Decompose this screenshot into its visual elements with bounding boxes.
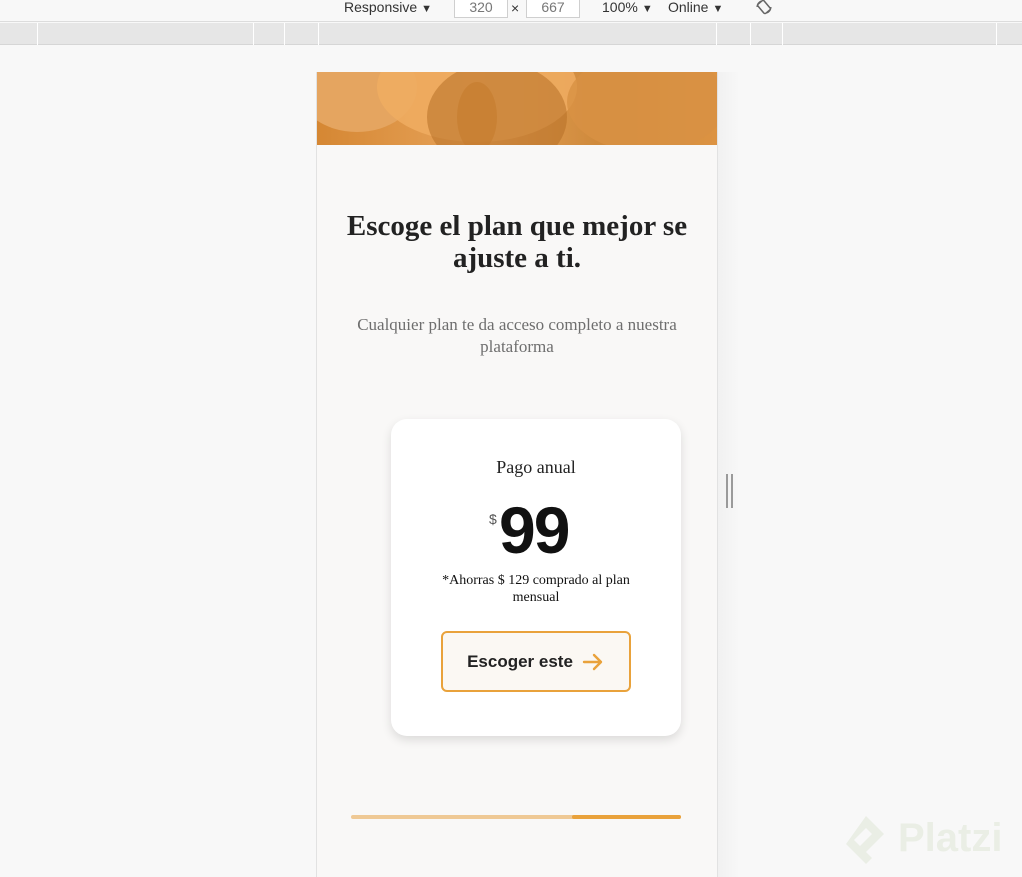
resize-grip-line [726, 474, 728, 508]
carousel-progress-track[interactable] [351, 815, 681, 819]
platzi-watermark: Platzi [842, 808, 1022, 868]
viewport-resize-handle[interactable] [726, 474, 734, 508]
network-label: Online [668, 0, 709, 15]
carousel-progress-fill [572, 815, 681, 819]
chevron-down-icon: ▼ [641, 3, 653, 15]
network-throttle-select[interactable]: Online ▼ [668, 0, 723, 20]
ruler-divider [284, 23, 285, 45]
devtools-device-toolbar: Responsive ▼ 320 × 667 100% ▼ Online ▼ [0, 0, 1022, 22]
pricing-card: Pago anual $ 99 *Ahorras $ 129 comprado … [391, 419, 681, 736]
device-viewport: Escoge el plan que mejor se ajuste a ti.… [316, 72, 718, 877]
viewport-width-input[interactable]: 320 [454, 0, 508, 18]
price-value: 99 [499, 493, 570, 567]
rotate-icon[interactable] [755, 0, 773, 16]
media-query-ruler[interactable] [0, 23, 1022, 45]
choose-plan-label: Escoger este [467, 651, 573, 671]
zoom-label: 100% [602, 0, 638, 15]
chevron-down-icon: ▼ [421, 3, 433, 15]
hero-image [317, 72, 717, 145]
ruler-divider [750, 23, 751, 45]
arrow-right-icon [582, 653, 603, 670]
ruler-divider [253, 23, 254, 45]
hero-shape [567, 72, 717, 145]
choose-plan-button[interactable]: Escoger este [441, 631, 631, 692]
price-display: $ 99 [391, 495, 681, 565]
watermark-text: Platzi [898, 816, 1003, 860]
zoom-select[interactable]: 100% ▼ [602, 0, 653, 20]
hero-shape [457, 82, 497, 145]
ruler-divider [318, 23, 319, 45]
plan-name: Pago anual [496, 457, 576, 477]
page-title: Escoge el plan que mejor se ajuste a ti. [346, 210, 688, 274]
savings-note: *Ahorras $ 129 comprado al plan mensual [442, 573, 630, 605]
ruler-divider [37, 23, 38, 45]
dimension-separator: × [511, 0, 520, 16]
viewport-height-input[interactable]: 667 [526, 0, 580, 18]
page-subtitle: Cualquier plan te da acceso completo a n… [357, 315, 677, 356]
ruler-divider [996, 23, 997, 45]
currency-symbol: $ [489, 511, 497, 527]
device-select[interactable]: Responsive ▼ [344, 0, 432, 20]
ruler-divider [716, 23, 717, 45]
platzi-logo-icon [846, 816, 884, 864]
hero-shape [427, 72, 567, 145]
chevron-down-icon: ▼ [712, 3, 724, 15]
device-label: Responsive [344, 0, 418, 15]
resize-grip-line [731, 474, 733, 508]
ruler-divider [782, 23, 783, 45]
